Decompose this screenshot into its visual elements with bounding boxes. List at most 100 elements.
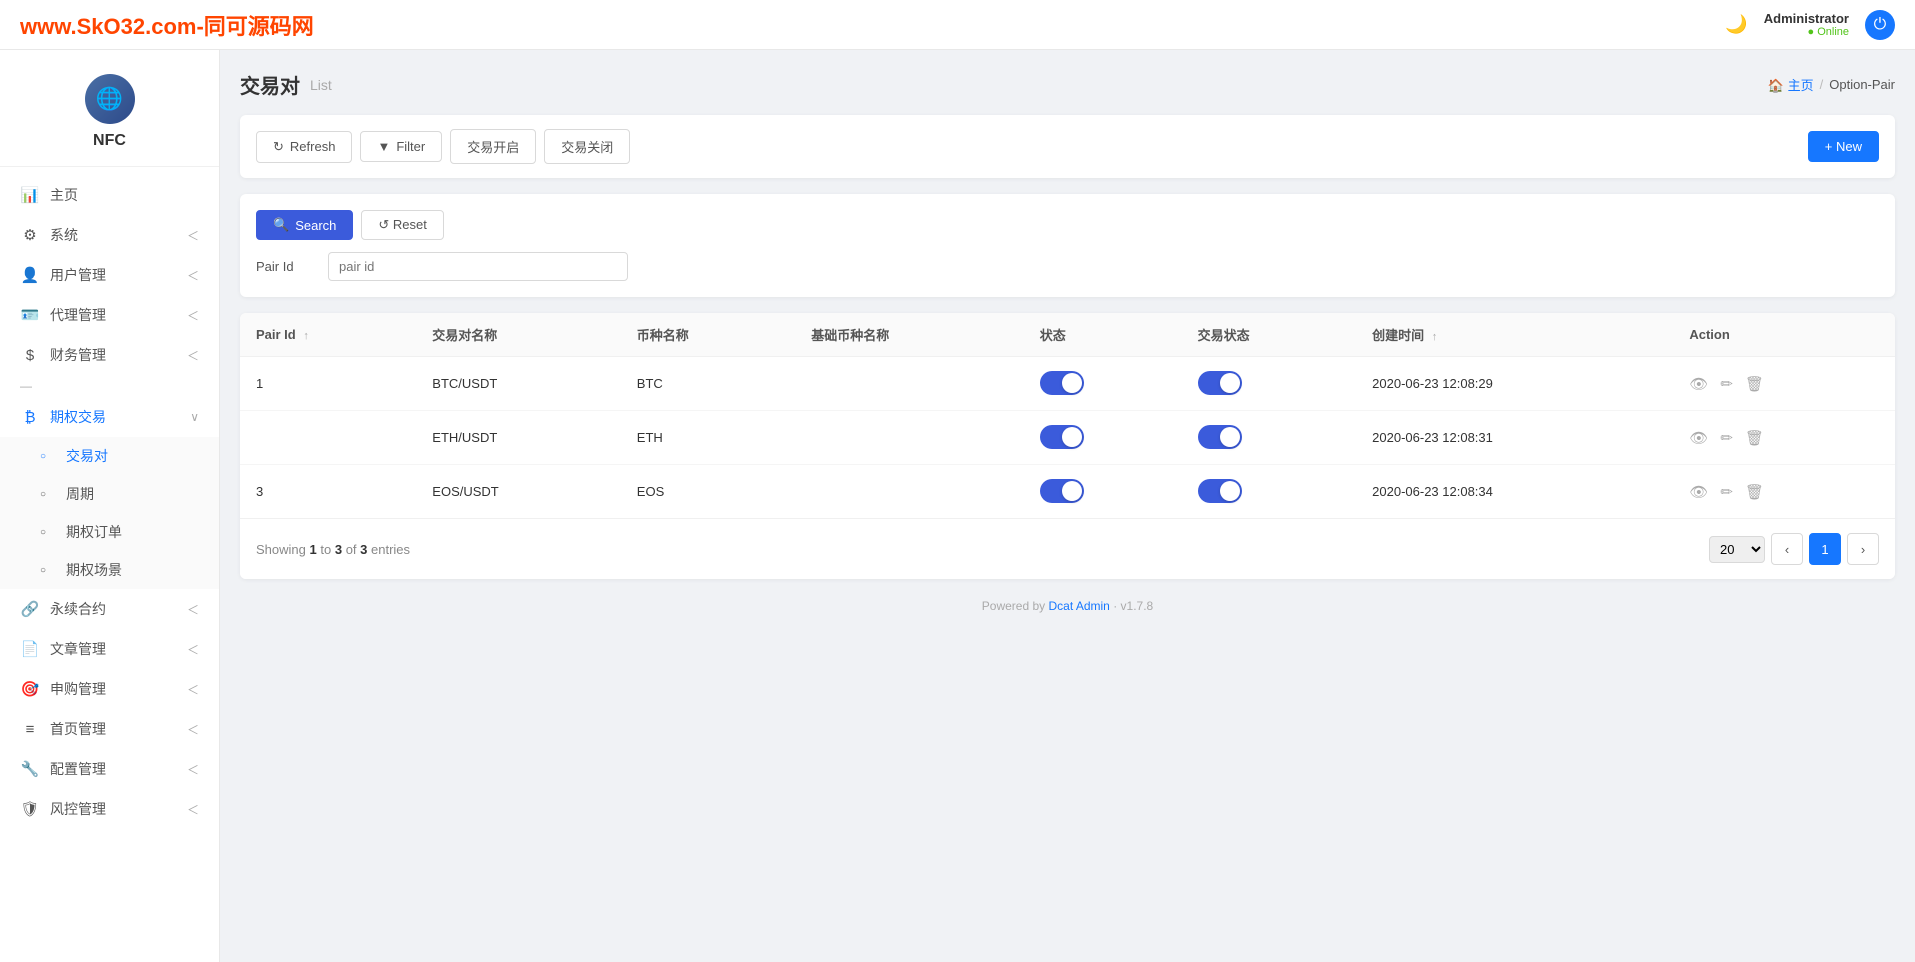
chevron-down-icon: ∨	[190, 410, 199, 424]
sidebar-item-home[interactable]: 📊 主页	[0, 175, 219, 215]
col-created-at: 创建时间 ↑	[1356, 313, 1673, 357]
cell-pair-id: 3	[240, 465, 416, 519]
submenu-item-scene[interactable]: ○ 期权场景	[0, 551, 219, 589]
sidebar-item-subscription[interactable]: 🎯 申购管理 ＜	[0, 669, 219, 709]
home-icon: 📊	[20, 186, 40, 204]
filter-actions: 🔍 Search ↺ Reset	[256, 210, 1879, 240]
footer-link[interactable]: Dcat Admin	[1048, 599, 1109, 613]
filter-button[interactable]: ▼ Filter	[360, 131, 442, 162]
cell-trade-status	[1182, 357, 1357, 411]
sidebar-item-config[interactable]: 🔧 配置管理 ＜	[0, 749, 219, 789]
sidebar: 🌐 NFC 📊 主页 ⚙ 系统 ＜ 👤 用户管理 ＜ 🪪 代理管理 ＜ $ 财务…	[0, 50, 220, 962]
col-coin-name: 币种名称	[621, 313, 796, 357]
refresh-button[interactable]: ↻ Refresh	[256, 131, 352, 163]
sidebar-item-perpetual[interactable]: 🔗 永续合约 ＜	[0, 589, 219, 629]
col-status: 状态	[1024, 313, 1182, 357]
trade-close-button[interactable]: 交易关闭	[544, 129, 630, 164]
link-icon: 🔗	[20, 600, 40, 618]
search-button[interactable]: 🔍 Search	[256, 210, 353, 240]
sidebar-item-finance[interactable]: $ 财务管理 ＜	[0, 335, 219, 375]
sidebar-item-homepage[interactable]: ≡ 首页管理 ＜	[0, 709, 219, 749]
sidebar-item-system[interactable]: ⚙ 系统 ＜	[0, 215, 219, 255]
circle-icon: ○	[40, 565, 56, 576]
cell-action: 👁 ✏ 🗑	[1673, 357, 1895, 411]
topbar: www.SkO32.com-同可源码网 🌙 Administrator ● On…	[0, 0, 1915, 50]
col-base-coin: 基础币种名称	[795, 313, 1024, 357]
chevron-right-icon: ＜	[187, 307, 199, 324]
cell-status	[1024, 465, 1182, 519]
cell-pair-id	[240, 411, 416, 465]
delete-icon[interactable]: 🗑	[1745, 429, 1764, 447]
cell-coin-name: BTC	[621, 357, 796, 411]
next-page-button[interactable]: ›	[1847, 533, 1879, 565]
sidebar-item-agents[interactable]: 🪪 代理管理 ＜	[0, 295, 219, 335]
toolbar-left: ↻ Refresh ▼ Filter 交易开启 交易关闭	[256, 129, 630, 164]
status-toggle[interactable]	[1040, 425, 1084, 449]
submenu-item-period[interactable]: ○ 周期	[0, 475, 219, 513]
pagination-to: 3	[335, 542, 342, 557]
circle-icon: ○	[40, 489, 56, 500]
homepage-icon: ≡	[20, 721, 40, 738]
edit-icon[interactable]: ✏	[1720, 375, 1733, 393]
view-icon[interactable]: 👁	[1689, 483, 1708, 501]
cell-created-at: 2020-06-23 12:08:34	[1356, 465, 1673, 519]
sidebar-item-options[interactable]: ₿ 期权交易 ∨	[0, 397, 219, 437]
footer: Powered by Dcat Admin · v1.7.8	[240, 579, 1895, 633]
table-row: ETH/USDT ETH 2020-06-23 12:08:31	[240, 411, 1895, 465]
pagination-controls: 20 50 100 ‹ 1 ›	[1709, 533, 1879, 565]
power-button[interactable]: ⏻	[1865, 10, 1895, 40]
sidebar-item-articles[interactable]: 📄 文章管理 ＜	[0, 629, 219, 669]
online-status: ● Online	[1808, 26, 1850, 38]
toggle-knob	[1062, 427, 1082, 447]
delete-icon[interactable]: 🗑	[1745, 483, 1764, 501]
sort-icon: ↑	[1432, 331, 1438, 343]
pagination-from: 1	[310, 542, 317, 557]
toolbar-right: + New	[1808, 131, 1879, 162]
prev-page-button[interactable]: ‹	[1771, 533, 1803, 565]
page-1-button[interactable]: 1	[1809, 533, 1841, 565]
col-action: Action	[1673, 313, 1895, 357]
sidebar-item-users[interactable]: 👤 用户管理 ＜	[0, 255, 219, 295]
trade-toggle[interactable]	[1198, 479, 1242, 503]
view-icon[interactable]: 👁	[1689, 375, 1708, 393]
page-size-select[interactable]: 20 50 100	[1709, 536, 1765, 563]
breadcrumb-separator: /	[1820, 77, 1824, 92]
filter-row: Pair Id	[256, 252, 1879, 281]
cell-coin-name: ETH	[621, 411, 796, 465]
action-icons: 👁 ✏ 🗑	[1689, 483, 1879, 501]
filter-section: 🔍 Search ↺ Reset Pair Id	[240, 194, 1895, 297]
chevron-right-icon: ＜	[187, 721, 199, 738]
reset-button[interactable]: ↺ Reset	[361, 210, 443, 240]
table-section: Pair Id ↑ 交易对名称 币种名称 基础币种名称 状态	[240, 313, 1895, 579]
toggle-knob	[1062, 481, 1082, 501]
brand-text: www.SkO32.com-同可源码网	[20, 9, 314, 41]
cell-pair-name: BTC/USDT	[416, 357, 621, 411]
delete-icon[interactable]: 🗑	[1745, 375, 1764, 393]
moon-icon[interactable]: 🌙	[1725, 14, 1747, 35]
edit-icon[interactable]: ✏	[1720, 483, 1733, 501]
pair-id-input[interactable]	[328, 252, 628, 281]
page-title: 交易对 List	[240, 70, 332, 99]
breadcrumb-home[interactable]: 🏠 主页	[1768, 75, 1814, 94]
chevron-right-icon: ＜	[187, 347, 199, 364]
view-icon[interactable]: 👁	[1689, 429, 1708, 447]
status-toggle[interactable]	[1040, 479, 1084, 503]
breadcrumb-current: Option-Pair	[1829, 77, 1895, 92]
trade-toggle[interactable]	[1198, 425, 1242, 449]
cell-base-coin	[795, 357, 1024, 411]
new-button[interactable]: + New	[1808, 131, 1879, 162]
submenu-item-orders[interactable]: ○ 期权订单	[0, 513, 219, 551]
toggle-knob	[1220, 481, 1240, 501]
cell-action: 👁 ✏ 🗑	[1673, 411, 1895, 465]
subscription-icon: 🎯	[20, 680, 40, 698]
trade-open-button[interactable]: 交易开启	[450, 129, 536, 164]
pagination-total: 3	[360, 542, 367, 557]
cell-base-coin	[795, 411, 1024, 465]
edit-icon[interactable]: ✏	[1720, 429, 1733, 447]
status-toggle[interactable]	[1040, 371, 1084, 395]
cell-status	[1024, 357, 1182, 411]
sidebar-item-risk[interactable]: 🛡 风控管理 ＜	[0, 789, 219, 829]
submenu-item-trading-pair[interactable]: ○ 交易对	[0, 437, 219, 475]
trade-toggle[interactable]	[1198, 371, 1242, 395]
table-row: 3 EOS/USDT EOS 2020-06-23 12:08:3	[240, 465, 1895, 519]
